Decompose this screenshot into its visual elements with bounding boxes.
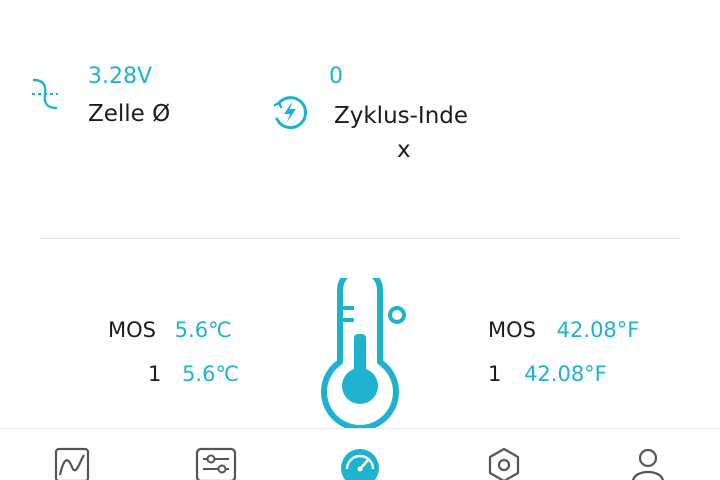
tab-dashboard[interactable] (288, 429, 432, 480)
temp-label: 1 (148, 362, 162, 386)
temp-label: MOS (488, 318, 536, 342)
cycle-index-value: 0 (329, 64, 343, 89)
wave-icon (32, 78, 58, 110)
section-divider (40, 238, 680, 239)
temp-label: 1 (488, 362, 502, 386)
user-icon (632, 448, 664, 480)
temp-label: MOS (108, 318, 156, 342)
temp-mos-fahrenheit-row: MOS 42.08°F (488, 318, 639, 342)
lightning-circle-icon (273, 96, 307, 130)
gauge-icon (341, 449, 379, 480)
thermometer-icon (321, 278, 406, 428)
tab-charts[interactable] (0, 429, 144, 480)
cell-average-value: 3.28V (88, 64, 153, 89)
cycle-index-label-wrap: x (397, 137, 411, 163)
tab-profile[interactable] (576, 429, 720, 480)
sliders-icon (195, 447, 237, 480)
hexagon-settings-icon (488, 447, 520, 480)
temp-value: 42.08°F (524, 362, 607, 386)
temp-sensor1-fahrenheit-row: 1 42.08°F (488, 362, 607, 386)
temp-value: 42.08°F (556, 318, 640, 342)
temp-mos-celsius-row: MOS 5.6℃ (108, 318, 232, 342)
chart-curve-icon (54, 447, 90, 480)
tab-settings[interactable] (144, 429, 288, 480)
temp-value: 5.6℃ (174, 318, 232, 342)
bottom-tab-bar (0, 428, 720, 480)
cell-average-label: Zelle Ø (88, 101, 171, 127)
dashboard-screen: 3.28V Zelle Ø 0 Zyklus-Inde x MOS 5.6℃ 1… (0, 0, 720, 480)
tab-device[interactable] (432, 429, 576, 480)
temp-value: 5.6℃ (182, 362, 240, 386)
cycle-index-label: Zyklus-Inde (334, 103, 469, 129)
temp-sensor1-celsius-row: 1 5.6℃ (148, 362, 239, 386)
